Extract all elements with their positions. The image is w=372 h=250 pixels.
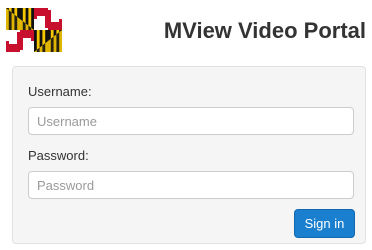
username-input[interactable] [28, 107, 354, 135]
username-label: Username: [28, 84, 92, 99]
header: MView Video Portal [0, 0, 372, 62]
password-input[interactable] [28, 171, 354, 199]
page-title: MView Video Portal [163, 18, 366, 43]
sign-in-button[interactable]: Sign in [294, 209, 355, 238]
login-page: MView Video Portal Username: Password: S… [0, 0, 372, 250]
password-label: Password: [28, 148, 89, 163]
maryland-flag-icon [6, 8, 62, 52]
login-form: Username: Password: Sign in [12, 66, 366, 244]
